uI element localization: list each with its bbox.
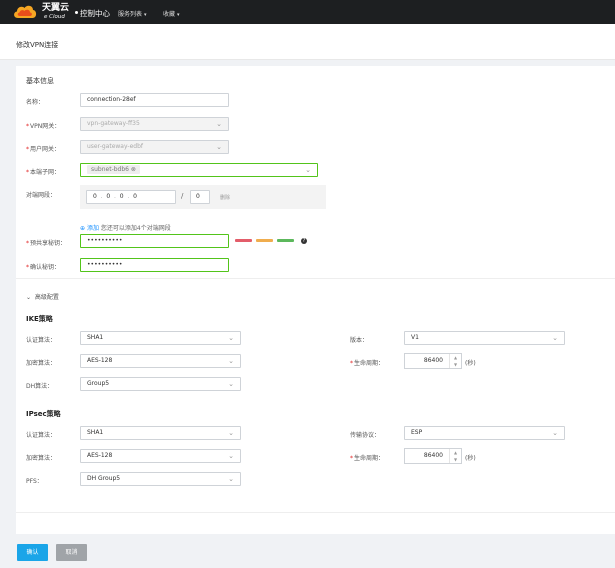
ipsec-pfs-select[interactable]: DH Group5 ⌄	[80, 472, 241, 486]
chevron-down-icon: ⌄	[305, 166, 311, 174]
tag-close-icon[interactable]: ⊗	[131, 166, 136, 173]
ipsec-enc-select[interactable]: AES-128 ⌄	[80, 449, 241, 463]
user-gateway-label: *用户网关：	[26, 146, 61, 153]
plus-circle-icon[interactable]: ⊕	[80, 225, 85, 232]
psk-input[interactable]: ••••••••••	[80, 234, 229, 248]
name-input[interactable]: connection-28ef	[80, 93, 229, 107]
ipsec-enc-label: 加密算法：	[26, 455, 57, 462]
vpn-gateway-label: *VPN网关：	[26, 123, 61, 130]
console-title[interactable]: 控制中心	[80, 8, 110, 19]
ipsec-auth-label: 认证算法：	[26, 432, 57, 439]
ipsec-lifetime-label: *生命周期：	[350, 455, 385, 462]
section-divider	[16, 512, 615, 513]
chevron-down-icon: ⌄	[216, 143, 222, 151]
peer-cidr-ip-input[interactable]: 0 . 0 . 0 . 0	[86, 190, 176, 204]
stepper-arrows-icon[interactable]: ▲ ▼	[449, 449, 461, 463]
chevron-down-icon: ⌄	[228, 380, 234, 388]
ipsec-policy-title: IPsec策略	[26, 410, 61, 418]
psk-label: *预共享秘钥：	[26, 240, 67, 247]
help-icon[interactable]: ?	[301, 238, 307, 244]
chevron-down-icon: ⌄	[216, 120, 222, 128]
mask-slash: /	[181, 192, 184, 200]
ike-version-label: 版本：	[350, 337, 369, 344]
ipsec-pfs-label: PFS：	[26, 478, 43, 485]
chevron-down-icon: ⌄	[228, 357, 234, 365]
form-footer: 确认 取消	[0, 534, 615, 568]
chevron-down-icon: ⌄	[228, 475, 234, 483]
local-subnet-multiselect[interactable]: subnet-bdb6 ⊗ ⌄	[80, 163, 318, 177]
ike-lifetime-label: *生命周期：	[350, 360, 385, 367]
ike-lifetime-value: 86400	[423, 357, 443, 364]
strength-bar-weak	[235, 239, 252, 242]
delete-cidr-link[interactable]: 删除	[220, 194, 230, 201]
ipsec-auth-select[interactable]: SHA1 ⌄	[80, 426, 241, 440]
name-label: 名称：	[26, 99, 45, 106]
ike-auth-label: 认证算法：	[26, 337, 57, 344]
brand-name: 天翼云	[42, 3, 70, 13]
ike-version-select[interactable]: V1 ⌄	[404, 331, 565, 345]
top-navbar: 天翼云 e Cloud 控制中心 服务列表 ▾ 收藏 ▾	[0, 0, 615, 24]
nav-favorites[interactable]: 收藏 ▾	[163, 9, 180, 18]
peer-cidr-label: 对端网段：	[26, 192, 57, 199]
cancel-button[interactable]: 取消	[56, 544, 87, 561]
confirm-psk-label: *确认秘钥：	[26, 264, 61, 271]
ike-auth-select[interactable]: SHA1 ⌄	[80, 331, 241, 345]
ike-dh-select[interactable]: Group5 ⌄	[80, 377, 241, 391]
basic-info-title: 基本信息	[26, 77, 54, 85]
peer-cidr-mask-input[interactable]: 0	[190, 190, 210, 204]
nav-service-list[interactable]: 服务列表 ▾	[118, 9, 147, 18]
add-cidr-hint: ⊕ 添加 您还可以添加4个对端网段	[80, 225, 171, 232]
ike-enc-select[interactable]: AES-128 ⌄	[80, 354, 241, 368]
ipsec-lifetime-stepper[interactable]: 86400 ▲ ▼	[404, 448, 462, 464]
page-header: 修改VPN连接	[0, 24, 615, 60]
ike-lifetime-unit: (秒)	[465, 360, 476, 367]
brand-name-en: e Cloud	[44, 14, 65, 20]
chevron-down-icon: ⌄	[228, 452, 234, 460]
ike-policy-title: IKE策略	[26, 315, 53, 323]
chevron-down-icon: ⌄	[228, 429, 234, 437]
user-gateway-select: user-gateway-edbf ⌄	[80, 140, 229, 154]
chevron-down-icon: ⌄	[552, 334, 558, 342]
stepper-arrows-icon[interactable]: ▲ ▼	[449, 354, 461, 368]
advanced-toggle[interactable]: ⌄ 高级配置	[26, 292, 59, 301]
ipsec-lifetime-value: 86400	[423, 452, 443, 459]
ipsec-lifetime-unit: (秒)	[465, 455, 476, 462]
brand-separator-dot	[75, 11, 78, 14]
confirm-psk-input[interactable]: ••••••••••	[80, 258, 229, 272]
ike-lifetime-stepper[interactable]: 86400 ▲ ▼	[404, 353, 462, 369]
ipsec-proto-label: 传输协议：	[350, 432, 381, 439]
nav-favorites-label: 收藏	[163, 11, 176, 18]
strength-bar-medium	[256, 239, 273, 242]
add-cidr-link[interactable]: 添加	[87, 225, 99, 232]
caret-down-icon: ▾	[177, 12, 180, 18]
chevron-down-icon: ⌄	[26, 294, 32, 301]
strength-bar-strong	[277, 239, 294, 242]
vpn-gateway-select: vpn-gateway-ff35 ⌄	[80, 117, 229, 131]
caret-down-icon: ▾	[144, 12, 147, 18]
peer-cidr-row: 0 . 0 . 0 . 0 / 0 删除	[80, 185, 326, 209]
cloud-logo-icon[interactable]	[12, 4, 38, 20]
ike-enc-label: 加密算法：	[26, 360, 57, 367]
page-title: 修改VPN连接	[16, 41, 59, 49]
chevron-down-icon: ⌄	[228, 334, 234, 342]
chevron-down-icon: ⌄	[552, 429, 558, 437]
ike-dh-label: DH算法：	[26, 383, 54, 390]
local-subnet-label: *本端子网：	[26, 169, 61, 176]
nav-service-list-label: 服务列表	[118, 11, 143, 18]
confirm-button[interactable]: 确认	[17, 544, 48, 561]
form-card: 基本信息 名称： connection-28ef *VPN网关： vpn-gat…	[16, 66, 615, 534]
subnet-tag: subnet-bdb6 ⊗	[87, 165, 140, 174]
section-divider	[16, 278, 615, 279]
ipsec-proto-select[interactable]: ESP ⌄	[404, 426, 565, 440]
